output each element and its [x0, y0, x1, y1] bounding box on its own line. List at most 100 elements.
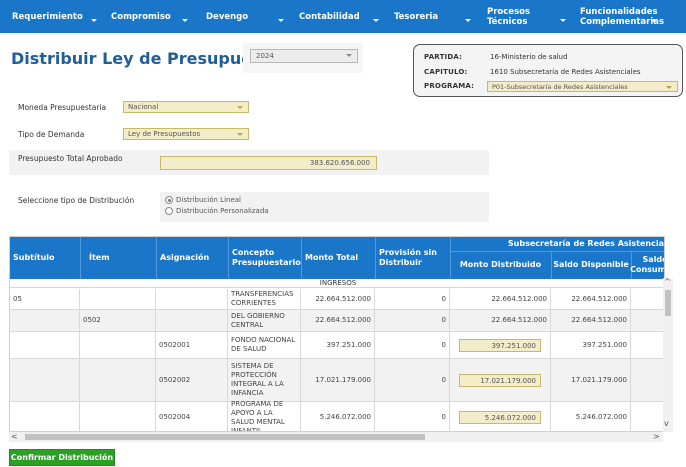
chevron-down-icon[interactable] — [182, 19, 188, 22]
monto-distribuido-input[interactable]: 17.021.179.000 — [459, 373, 541, 387]
nav-requerimiento[interactable]: Requerimiento — [12, 0, 83, 33]
nav-label: Compromiso — [111, 11, 171, 22]
nav-contabilidad[interactable]: Contabilidad — [299, 0, 360, 33]
cell-saldo-consumido — [631, 359, 664, 401]
cell-concepto: FONDO NACIONAL DE SALUD — [228, 332, 301, 358]
scrollbar-thumb[interactable] — [25, 434, 425, 440]
provision-text: 0 — [441, 413, 446, 421]
radio-lineal[interactable]: Distribución Lineal — [165, 196, 241, 204]
saldo-disponible-text: 5.246.072.000 — [575, 413, 627, 421]
cell-saldo-disponible: 22.664.512.000 — [551, 289, 631, 309]
horizontal-scrollbar[interactable]: < > — [9, 432, 663, 442]
radio-button-checked[interactable] — [165, 196, 173, 204]
nav-procesos-tecnicos[interactable]: Procesos Técnicos — [487, 0, 530, 33]
nav-label: Requerimiento — [12, 11, 83, 22]
saldo-disponible-text: 22.664.512.000 — [571, 294, 627, 303]
chevron-down-icon[interactable] — [91, 19, 97, 22]
nav-label: Devengo — [206, 11, 249, 22]
total-value-field: 383.620.656.000 — [160, 156, 377, 170]
nav-compromiso[interactable]: Compromiso — [111, 0, 171, 33]
header-saldo-consumido: Saldo Consumido — [630, 255, 665, 274]
radio-lineal-label: Distribución Lineal — [176, 196, 241, 204]
scroll-right-icon[interactable]: > — [653, 432, 660, 441]
capitulo-label: CAPITULO: — [424, 68, 468, 76]
header-item: Ítem — [89, 253, 110, 262]
nav-devengo[interactable]: Devengo — [206, 0, 248, 33]
cell-subtitulo — [10, 359, 80, 401]
cell-provision: 0 — [375, 289, 450, 309]
programa-value: P01-Subsecretaría de Redes Asistenciales — [492, 83, 628, 91]
chevron-down-icon[interactable] — [560, 19, 566, 22]
moneda-select[interactable]: Nacional — [123, 101, 249, 113]
scroll-up-icon[interactable]: ^ — [664, 277, 671, 286]
cell-saldo-disponible: 17.021.179.000 — [551, 359, 631, 401]
cell-monto-total: 22.664.512.000 — [301, 289, 375, 309]
table-row: 0502002 SISTEMA DE PROTECCIÓN INTEGRAL A… — [10, 359, 664, 402]
concepto-text: DEL GOBIERNO CENTRAL — [231, 311, 285, 329]
top-navigation-bar: Requerimiento Compromiso Devengo Contabi… — [0, 0, 686, 33]
nav-label: Tesoreria — [394, 11, 439, 22]
monto-total-text: 397.251.000 — [326, 340, 371, 349]
cell-saldo-consumido — [631, 402, 664, 431]
monto-distribuido-input[interactable]: 5.246.072.000 — [459, 411, 541, 424]
year-select[interactable]: 2024 — [250, 49, 358, 63]
cell-monto-distribuido: 17.021.179.000 — [450, 359, 551, 401]
header-divider — [301, 237, 302, 279]
concepto-text: FONDO NACIONAL DE SALUD — [231, 336, 296, 353]
moneda-label: Moneda Presupuestaria — [18, 103, 107, 112]
monto-total-text: 5.246.072.000 — [319, 413, 371, 421]
total-value: 383.620.656.000 — [309, 159, 370, 167]
header-divider — [375, 237, 376, 279]
header-saldo-disponible: Saldo Disponible — [553, 260, 629, 269]
distribution-table: Subtítulo Ítem Asignación Concepto Presu… — [9, 236, 665, 432]
header-group-subsecretaria: Subsecretaría de Redes Asistencia — [507, 239, 664, 248]
scrollbar-thumb[interactable] — [665, 290, 671, 316]
radio-button[interactable] — [165, 207, 173, 215]
cell-monto-total: 397.251.000 — [301, 332, 375, 358]
cell-item — [80, 289, 156, 309]
scroll-left-icon[interactable]: < — [11, 432, 18, 441]
cell-monto-distribuido: 397.251.000 — [450, 332, 551, 358]
demanda-value: Ley de Presupuestos — [128, 130, 201, 138]
programa-label: PROGRAMA: — [424, 82, 475, 90]
provision-text: 0 — [441, 294, 446, 303]
nav-label: Procesos — [487, 6, 531, 17]
monto-distribuido-input[interactable]: 397.251.000 — [459, 338, 541, 352]
nav-label: Funcionalidades — [580, 6, 658, 17]
concepto-text: PROGRAMA DE APOYO A LA SALUD MENTAL INFA… — [231, 399, 285, 432]
radio-personalizada[interactable]: Distribución Personalizada — [165, 207, 269, 215]
cell-monto-total: 22.664.512.000 — [301, 310, 375, 331]
provision-text: 0 — [441, 316, 446, 324]
chevron-down-icon — [237, 106, 243, 109]
cell-concepto: PROGRAMA DE APOYO A LA SALUD MENTAL INFA… — [228, 399, 301, 432]
cell-item — [80, 332, 156, 358]
monto-total-text: 22.664.512.000 — [315, 316, 371, 324]
cell-subtitulo — [10, 310, 80, 331]
demanda-select[interactable]: Ley de Presupuestos — [123, 128, 249, 140]
saldo-disponible-text: 22.664.512.000 — [571, 316, 627, 324]
vertical-scrollbar[interactable]: ^ v — [663, 277, 673, 432]
capitulo-value: 1610 Subsecretaría de Redes Asistenciale… — [490, 68, 641, 76]
cell-item: 0502 — [80, 310, 156, 331]
chevron-down-icon[interactable] — [373, 19, 379, 22]
cell-saldo-disponible: 22.664.512.000 — [551, 310, 631, 331]
chevron-down-icon[interactable] — [651, 19, 657, 22]
nav-label: Técnicos — [487, 16, 528, 27]
scroll-down-icon[interactable]: v — [664, 419, 669, 428]
chevron-down-icon[interactable] — [465, 19, 471, 22]
nav-funcionalidades-complementarias[interactable]: Funcionalidades Complementarias — [580, 0, 664, 33]
table-row: 0502004 PROGRAMA DE APOYO A LA SALUD MEN… — [10, 399, 664, 432]
chevron-down-icon — [666, 86, 672, 89]
concepto-text: SISTEMA DE PROTECCIÓN INTEGRAL A LA INFA… — [231, 362, 284, 397]
cell-concepto: TRANSFERENCIAS CORRIENTES — [228, 289, 301, 309]
programa-select[interactable]: P01-Subsecretaría de Redes Asistenciales — [487, 81, 678, 92]
cell-saldo-disponible: 5.246.072.000 — [551, 402, 631, 431]
chevron-down-icon[interactable] — [278, 19, 284, 22]
nav-tesoreria[interactable]: Tesoreria — [394, 0, 438, 33]
cell-provision: 0 — [375, 310, 450, 331]
confirm-distribution-button[interactable]: Confirmar Distribución — [9, 449, 115, 466]
chevron-down-icon — [346, 54, 352, 57]
cell-asignacion — [156, 289, 228, 309]
partida-value: 16-Ministerio de salud — [490, 53, 568, 61]
cell-saldo-consumido — [631, 332, 664, 358]
